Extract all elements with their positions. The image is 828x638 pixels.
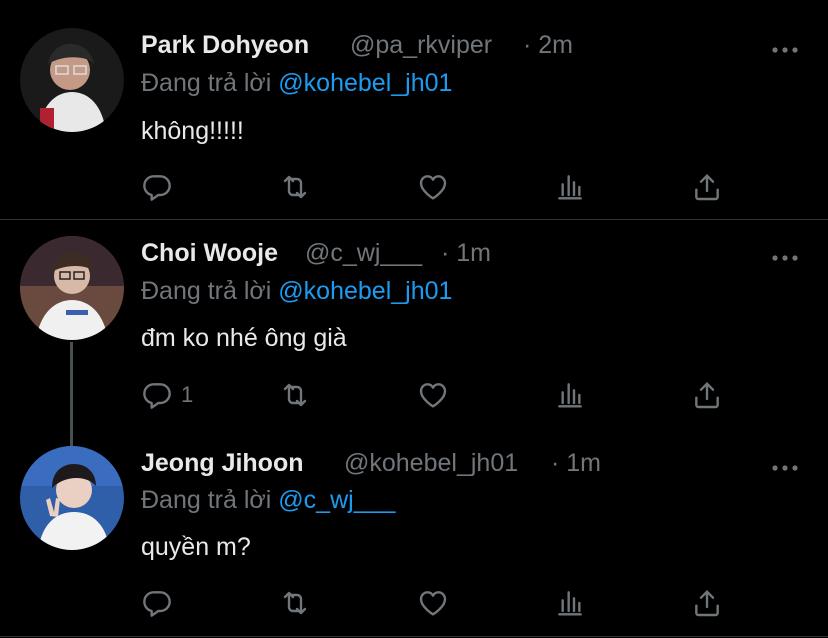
avatar[interactable] xyxy=(20,446,124,550)
reply-mention-link[interactable]: @c_wj___ xyxy=(278,486,395,514)
more-icon[interactable] xyxy=(770,250,800,260)
reply-button[interactable] xyxy=(141,167,173,207)
divider xyxy=(0,636,828,637)
analytics-icon xyxy=(554,587,586,619)
retweet-button[interactable] xyxy=(279,167,311,207)
display-name[interactable]: Park Dohyeon xyxy=(141,31,309,60)
share-icon xyxy=(691,379,723,411)
tweet-actions xyxy=(0,167,828,207)
reply-prefix: Đang trả lời xyxy=(141,69,272,97)
reply-button[interactable] xyxy=(141,583,173,623)
share-button[interactable] xyxy=(691,375,723,415)
avatar[interactable] xyxy=(20,28,124,132)
share-icon xyxy=(691,587,723,619)
handle[interactable]: @pa_rkviper xyxy=(350,31,492,60)
tweet-text: quyền m? xyxy=(141,533,251,561)
tweet-actions: 1 xyxy=(0,375,828,415)
share-button[interactable] xyxy=(691,167,723,207)
avatar[interactable] xyxy=(20,236,124,340)
timestamp[interactable]: · 1m xyxy=(551,449,601,478)
more-icon[interactable] xyxy=(770,42,800,52)
share-button[interactable] xyxy=(691,583,723,623)
retweet-button[interactable] xyxy=(279,375,311,415)
tweet[interactable]: Park Dohyeon @pa_rkviper · 2m Đang trả l… xyxy=(0,0,828,219)
tweet-text: không!!!!! xyxy=(141,117,244,145)
retweet-button[interactable] xyxy=(279,583,311,623)
like-button[interactable] xyxy=(417,375,449,415)
reply-icon xyxy=(141,171,173,203)
reply-icon xyxy=(141,587,173,619)
reply-context: Đang trả lời @kohebel_jh01 xyxy=(141,69,452,98)
like-button[interactable] xyxy=(417,583,449,623)
reply-prefix: Đang trả lời xyxy=(141,486,272,514)
tweet-text: đm ko nhé ông già xyxy=(141,324,347,352)
display-name[interactable]: Jeong Jihoon xyxy=(141,449,304,478)
share-icon xyxy=(691,171,723,203)
handle[interactable]: @c_wj___ xyxy=(305,239,422,268)
retweet-icon xyxy=(279,379,311,411)
like-button[interactable] xyxy=(417,167,449,207)
like-icon xyxy=(417,587,449,619)
display-name[interactable]: Choi Wooje xyxy=(141,239,278,268)
analytics-button[interactable] xyxy=(554,583,586,623)
timestamp[interactable]: · 2m xyxy=(523,31,573,60)
more-icon[interactable] xyxy=(770,460,800,470)
tweet[interactable]: Choi Wooje @c_wj___ · 1m Đang trả lời @k… xyxy=(0,220,828,446)
like-icon xyxy=(417,379,449,411)
tweet-actions xyxy=(0,583,828,623)
analytics-button[interactable] xyxy=(554,167,586,207)
like-icon xyxy=(417,171,449,203)
analytics-icon xyxy=(554,171,586,203)
analytics-icon xyxy=(554,379,586,411)
reply-context: Đang trả lời @c_wj___ xyxy=(141,486,395,515)
reply-context: Đang trả lời @kohebel_jh01 xyxy=(141,277,452,306)
reply-icon xyxy=(141,379,173,411)
handle[interactable]: @kohebel_jh01 xyxy=(344,449,518,478)
reply-count: 1 xyxy=(181,382,194,407)
analytics-button[interactable] xyxy=(554,375,586,415)
reply-mention-link[interactable]: @kohebel_jh01 xyxy=(278,277,452,305)
reply-button[interactable]: 1 xyxy=(141,375,193,415)
reply-prefix: Đang trả lời xyxy=(141,277,272,305)
tweet[interactable]: Jeong Jihoon @kohebel_jh01 · 1m Đang trả… xyxy=(0,442,828,638)
retweet-icon xyxy=(279,587,311,619)
retweet-icon xyxy=(279,171,311,203)
timestamp[interactable]: · 1m xyxy=(441,239,491,268)
reply-mention-link[interactable]: @kohebel_jh01 xyxy=(278,69,452,97)
